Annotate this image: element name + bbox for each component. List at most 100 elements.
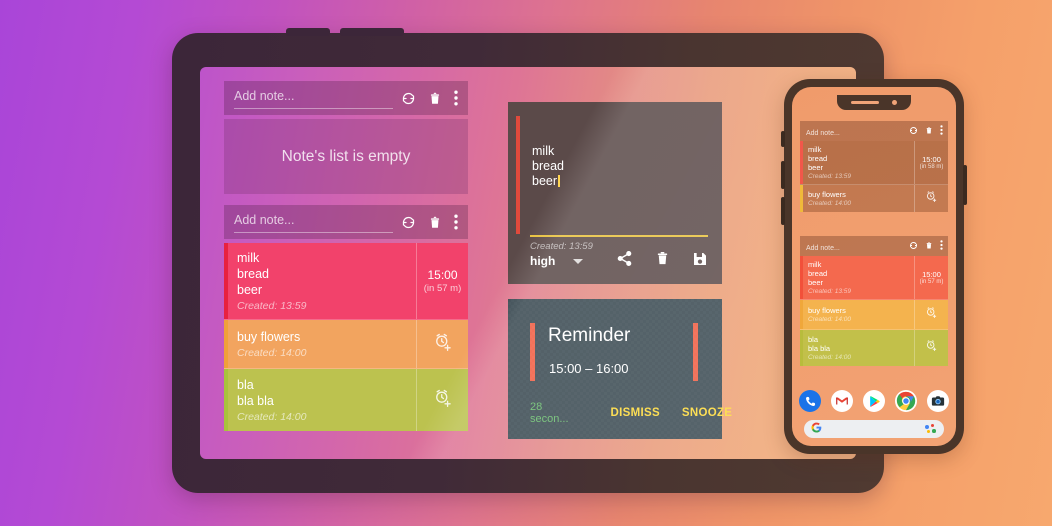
- alarm-add-icon: [925, 306, 938, 324]
- add-note-input[interactable]: Add note...: [806, 237, 904, 255]
- list-item[interactable]: milk bread beer Created: 13:59 15:00 (in…: [800, 256, 948, 300]
- notes-widget-toolbar: Add note...: [800, 121, 948, 141]
- reminder-time-range: 15:00 – 16:00: [549, 361, 629, 376]
- reminder-time: 15:00: [922, 270, 941, 279]
- overflow-menu-icon[interactable]: [454, 90, 458, 106]
- table-row[interactable]: bla bla bla Created: 14:00: [224, 369, 468, 431]
- delete-icon[interactable]: [428, 91, 442, 106]
- note-reminder-time[interactable]: 15:00 (in 57 m): [914, 256, 948, 299]
- play-store-icon[interactable]: [863, 390, 885, 412]
- tablet-screen: Add note... Note's list is empty Add not…: [200, 67, 856, 459]
- table-row[interactable]: milk bread beer Created: 13:59 15:00 (in…: [224, 243, 468, 320]
- sync-icon[interactable]: [909, 237, 918, 255]
- add-note-placeholder: Add note...: [806, 130, 840, 137]
- table-row[interactable]: buy flowers Created: 14:00: [224, 320, 468, 369]
- add-note-placeholder: Add note...: [234, 89, 295, 103]
- list-item[interactable]: buy flowers Created: 14:00: [800, 185, 948, 212]
- tablet-button-2[interactable]: [340, 28, 404, 36]
- phone-notes-widget-color: Add note... milk bread beer Created: 13:…: [800, 236, 948, 366]
- notes-widget-toolbar: Add note...: [224, 205, 468, 239]
- add-reminder-button[interactable]: [914, 330, 948, 366]
- list-item[interactable]: buy flowers Created: 14:00: [800, 300, 948, 330]
- chrome-icon[interactable]: [895, 390, 917, 412]
- note-created: Created: 13:59: [808, 288, 852, 295]
- phone-volume-down-button[interactable]: [781, 197, 785, 225]
- notes-widget: Add note... milk bread beer Created: 13:…: [224, 205, 468, 431]
- note-line: buy flowers: [808, 306, 846, 315]
- snooze-button[interactable]: SNOOZE: [682, 407, 732, 419]
- delete-icon[interactable]: [925, 237, 933, 255]
- speaker-icon: [851, 101, 879, 104]
- reminder-relative: (in 57 m): [919, 279, 944, 285]
- delete-icon[interactable]: [655, 250, 670, 272]
- tablet-device: Add note... Note's list is empty Add not…: [172, 28, 884, 493]
- phone-notes-widget-dark: Add note... milk bread beer Created: 13:…: [800, 121, 948, 212]
- tablet-button-1[interactable]: [286, 28, 330, 36]
- google-search-bar[interactable]: [804, 420, 944, 438]
- note-created: Created: 14:00: [808, 200, 852, 207]
- notes-list: milk bread beer Created: 13:59 15:00 (in…: [224, 243, 468, 431]
- add-note-input[interactable]: Add note...: [234, 211, 393, 233]
- chevron-down-icon[interactable]: [573, 258, 584, 264]
- delete-icon[interactable]: [428, 215, 442, 230]
- text-caret: [558, 175, 560, 187]
- list-item[interactable]: milk bread beer Created: 13:59 15:00 (in…: [800, 141, 948, 185]
- add-reminder-button[interactable]: [416, 320, 468, 368]
- note-text-input[interactable]: milk bread beer: [532, 144, 706, 189]
- add-reminder-button[interactable]: [914, 300, 948, 329]
- note-line: bla bla: [237, 394, 274, 408]
- add-reminder-button[interactable]: [416, 369, 468, 431]
- add-note-input[interactable]: Add note...: [234, 87, 393, 109]
- overflow-menu-icon[interactable]: [454, 214, 458, 230]
- note-line: buy flowers: [237, 330, 301, 344]
- phone-screen: Add note... milk bread beer Created: 13:…: [792, 87, 956, 446]
- empty-list-panel: Note's list is empty: [224, 119, 468, 194]
- sync-icon[interactable]: [909, 122, 918, 140]
- reminder-card: Reminder 15:00 – 16:00 28 secon... DISMI…: [508, 299, 732, 439]
- add-note-placeholder: Add note...: [806, 245, 840, 252]
- add-note-placeholder: Add note...: [234, 213, 295, 227]
- empty-list-message: Note's list is empty: [281, 147, 411, 165]
- gmail-icon[interactable]: [831, 390, 853, 412]
- note-line: buy flowers: [808, 190, 846, 199]
- dismiss-button[interactable]: DISMISS: [611, 407, 660, 419]
- sync-icon[interactable]: [401, 215, 416, 230]
- google-logo-icon: [811, 422, 822, 436]
- phone-icon[interactable]: [799, 390, 821, 412]
- camera-icon[interactable]: [927, 390, 949, 412]
- reminder-time: 15:00: [922, 155, 941, 164]
- overflow-menu-icon[interactable]: [940, 237, 943, 255]
- note-line: bla: [237, 378, 254, 392]
- note-line: beer: [808, 163, 824, 172]
- save-icon[interactable]: [692, 251, 708, 272]
- editor-line: bread: [532, 159, 564, 173]
- phone-dock: [792, 390, 956, 438]
- priority-select[interactable]: high: [530, 254, 555, 268]
- share-icon[interactable]: [616, 250, 633, 272]
- note-line: bla: [808, 335, 819, 344]
- note-editor: milk bread beer Created: 13:59 high: [508, 102, 722, 284]
- add-note-input[interactable]: Add note...: [806, 122, 904, 140]
- reminder-time: 15:00: [427, 268, 458, 282]
- note-line: bread: [808, 269, 828, 278]
- overflow-menu-icon[interactable]: [940, 122, 943, 140]
- add-reminder-button[interactable]: [914, 185, 948, 212]
- note-created: Created: 13:59: [237, 300, 307, 312]
- note-line: bread: [237, 267, 269, 281]
- note-reminder-time[interactable]: 15:00 (in 58 m): [914, 141, 948, 184]
- assistant-icon[interactable]: [925, 424, 937, 434]
- priority-bar: [516, 116, 520, 234]
- delete-icon[interactable]: [925, 122, 933, 140]
- reminder-relative: (in 58 m): [919, 164, 944, 170]
- phone-silent-switch[interactable]: [781, 131, 785, 147]
- input-underline: [530, 235, 708, 237]
- sync-icon[interactable]: [401, 91, 416, 106]
- list-item[interactable]: bla bla bla Created: 14:00: [800, 330, 948, 366]
- note-created: Created: 14:00: [808, 354, 852, 361]
- empty-widget-toolbar: Add note...: [224, 81, 468, 115]
- note-line: milk: [808, 260, 822, 269]
- alarm-add-icon: [925, 339, 938, 357]
- phone-power-button[interactable]: [963, 165, 967, 205]
- note-reminder-time[interactable]: 15:00 (in 57 m): [416, 243, 468, 319]
- phone-volume-up-button[interactable]: [781, 161, 785, 189]
